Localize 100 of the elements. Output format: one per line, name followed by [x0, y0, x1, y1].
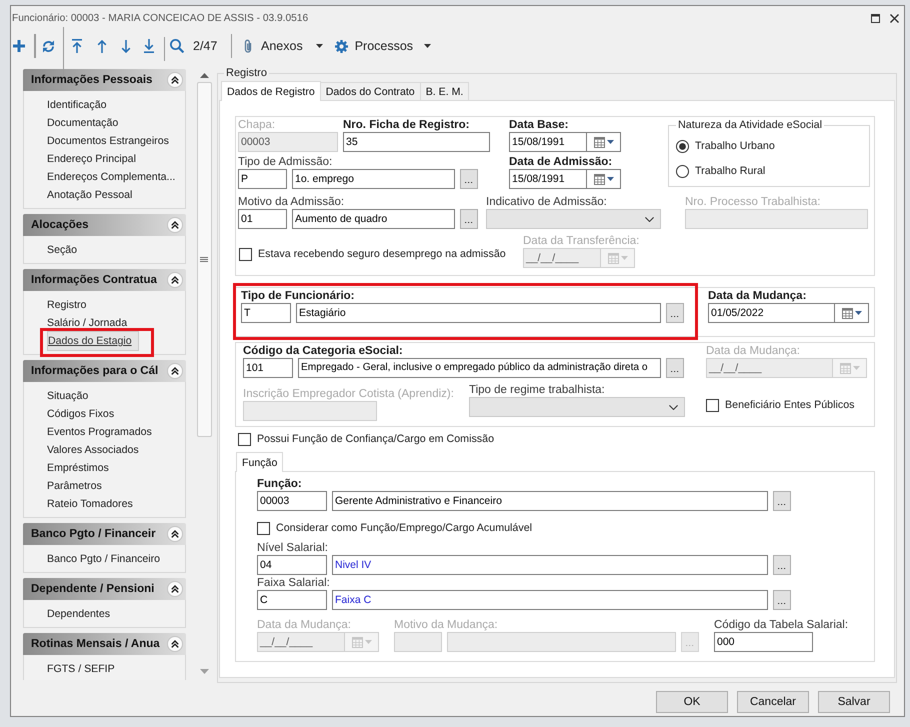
arrow-up-icon — [97, 40, 107, 52]
dropdown-field[interactable] — [469, 397, 685, 417]
calendar-icon — [594, 174, 604, 184]
double-chevron-up-icon[interactable] — [167, 217, 183, 233]
text-field[interactable]: 04 — [257, 555, 327, 575]
checkbox[interactable] — [239, 248, 252, 261]
text-field[interactable]: 1o. emprego — [292, 169, 455, 189]
menu-button[interactable]: Processos — [334, 34, 432, 58]
group-title: Dependente / Pensioni — [31, 583, 156, 595]
chevron-down-icon — [645, 216, 654, 222]
text-field[interactable]: C — [257, 590, 327, 610]
sidebar-link[interactable]: Banco Pgto / Financeiro — [47, 552, 160, 566]
menu-button[interactable]: Anexos — [244, 34, 323, 58]
group-title: Informações Pessoais — [31, 74, 154, 86]
caret-down-icon — [424, 44, 432, 48]
group-title: Banco Pgto / Financeir — [31, 528, 157, 540]
text-field[interactable]: Faixa C — [332, 590, 768, 610]
dropdown-field[interactable] — [486, 209, 661, 229]
field-label: Data da Transferência: — [523, 235, 640, 248]
gear-icon — [334, 40, 348, 52]
dialog-button[interactable]: Cancelar — [737, 691, 809, 713]
field-label: Nro. Processo Trabalhista: — [685, 196, 822, 209]
text-field[interactable]: 000 — [714, 632, 813, 652]
double-chevron-up-icon[interactable] — [167, 581, 183, 597]
refresh-icon — [42, 40, 55, 52]
sidebar-link[interactable]: Documentos Estrangeiros — [47, 134, 169, 148]
double-chevron-up-icon[interactable] — [167, 636, 183, 652]
radio-label: Trabalho Urbano — [695, 140, 775, 152]
sidebar-link[interactable]: Empréstimos — [47, 461, 109, 475]
text-field[interactable]: 35 — [343, 132, 490, 152]
group-title: Rotinas Mensais / Anua — [31, 638, 161, 650]
radio-button[interactable] — [676, 140, 689, 152]
text-field[interactable]: Gerente Administrativo e Financeiro — [332, 491, 768, 511]
text-field[interactable]: 00003 — [257, 491, 327, 511]
date-picker-button[interactable] — [835, 303, 869, 323]
radio-label: Trabalho Rural — [695, 165, 766, 177]
sidebar-link[interactable]: Documentação — [47, 116, 118, 130]
text-field[interactable]: Aumento de quadro — [292, 209, 455, 229]
sidebar-link[interactable]: Seção — [47, 243, 78, 257]
field-label: Indicativo de Admissão: — [486, 196, 608, 209]
sidebar-link[interactable]: Anotação Pessoal — [47, 188, 132, 202]
radio-button[interactable] — [676, 164, 689, 178]
text-field[interactable]: Nivel IV — [332, 555, 768, 575]
sidebar-link[interactable]: Códigos Fixos — [47, 407, 114, 421]
sidebar-link[interactable]: Eventos Programados — [47, 425, 152, 439]
sidebar-link[interactable]: Parâmetros — [47, 479, 102, 493]
sidebar-link[interactable]: Rateio Tomadores — [47, 497, 133, 511]
text-field[interactable]: Estagiário — [296, 303, 661, 323]
field-label: Data da Mudança: — [706, 345, 801, 358]
field-label: Nível Salarial: — [257, 542, 329, 555]
dialog-button[interactable]: OK — [656, 691, 728, 713]
tab[interactable]: B. E. M. — [420, 82, 470, 100]
scroll-down-arrow-icon[interactable] — [200, 669, 208, 674]
checkbox-label: Estava recebendo seguro desemprego na admissão — [258, 248, 506, 261]
sidebar-link[interactable]: Dados do Estagio — [47, 331, 139, 351]
text-field[interactable]: 01 — [238, 209, 287, 229]
calendar-icon — [594, 136, 604, 148]
text-field[interactable]: 101 — [243, 358, 293, 378]
sidebar-link[interactable]: FGTS / SEFIP — [47, 662, 115, 676]
arrow-down-to-bar-icon — [144, 39, 154, 53]
sidebar-link[interactable]: Dependentes — [47, 607, 110, 621]
sidebar-link[interactable]: Valores Associados — [47, 443, 139, 457]
caret-down-icon — [852, 366, 860, 370]
search-icon — [170, 39, 184, 53]
calendar-icon — [608, 252, 618, 264]
text-field[interactable]: Empregado - Geral, inclusive o empregado público da administração direta o — [298, 358, 661, 378]
checkbox[interactable] — [257, 522, 270, 535]
record-counter: 2/47 — [193, 39, 218, 53]
date-picker-button[interactable] — [587, 169, 621, 189]
checkbox[interactable] — [238, 433, 251, 446]
tab[interactable]: Dados de Registro — [221, 81, 321, 101]
double-chevron-up-icon[interactable] — [167, 272, 183, 288]
tab[interactable]: Função — [236, 452, 284, 472]
double-chevron-up-icon[interactable] — [167, 363, 183, 379]
dialog-button[interactable]: Salvar — [818, 691, 890, 713]
checkbox[interactable] — [706, 399, 719, 412]
arrow-up-to-bar-icon — [72, 39, 82, 53]
checkbox-label: Considerar como Função/Emprego/Cargo Acumulável — [276, 522, 532, 535]
group-title: Informações para o Cál — [31, 365, 160, 377]
text-field[interactable]: 15/08/1991 — [509, 132, 587, 152]
sidebar-link[interactable]: Salário / Jornada — [47, 316, 128, 330]
caret-down-icon — [620, 256, 628, 260]
sidebar-link[interactable]: Registro — [47, 298, 86, 312]
field-label: Tipo de Admissão: — [238, 156, 334, 169]
sidebar-link[interactable]: Endereços Complementa... — [47, 170, 176, 184]
sidebar-link[interactable]: Identificação — [47, 98, 106, 112]
sidebar-link[interactable]: Situação — [47, 389, 88, 403]
text-field[interactable]: T — [241, 303, 291, 323]
text-field[interactable]: P — [238, 169, 287, 189]
text-field[interactable]: 01/05/2022 — [708, 303, 835, 323]
scrollbar-thumb[interactable] — [196, 82, 212, 437]
date-picker-button[interactable] — [587, 132, 621, 152]
text-field[interactable]: 15/08/1991 — [509, 169, 587, 189]
double-chevron-up-icon[interactable] — [167, 526, 183, 542]
field-label: Inscrição Empregador Cotista (Aprendiz): — [243, 388, 455, 401]
field-label: Tipo de Funcionário: — [241, 290, 356, 303]
double-chevron-up-icon[interactable] — [167, 72, 183, 88]
scroll-up-arrow-icon[interactable] — [200, 73, 208, 78]
sidebar-link[interactable]: Endereço Principal — [47, 152, 136, 166]
caret-down-icon — [854, 311, 862, 315]
